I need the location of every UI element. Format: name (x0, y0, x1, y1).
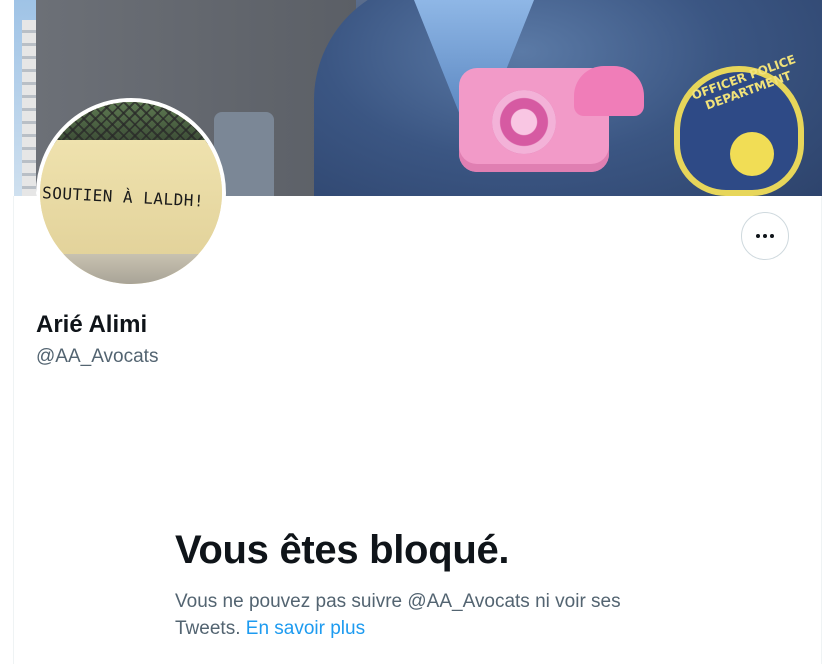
profile-handle: @AA_Avocats (36, 346, 159, 367)
profile-display-name: Arié Alimi (36, 311, 148, 338)
column-divider-left (13, 196, 14, 664)
avatar[interactable]: SOUTIEN À LALDH! (36, 98, 226, 288)
blocked-description-text: Vous ne pouvez pas suivre @AA_Avocats ni… (175, 591, 621, 639)
avatar-fence (40, 102, 222, 144)
banner-badge-star-icon (730, 132, 774, 176)
banner-camera-lens (492, 90, 556, 154)
avatar-ground (40, 254, 222, 284)
more-options-button[interactable] (741, 212, 789, 260)
learn-more-link[interactable]: En savoir plus (246, 618, 365, 639)
profile-page: OFFICER POLICE DEPARTMENT SOUTIEN À LALD… (0, 0, 826, 664)
more-horizontal-icon (756, 234, 774, 238)
banner-heart (574, 66, 644, 116)
blocked-title: Vous êtes bloqué. (175, 528, 510, 572)
blocked-description: Vous ne pouvez pas suivre @AA_Avocats ni… (175, 588, 675, 642)
banner-building (22, 20, 36, 196)
